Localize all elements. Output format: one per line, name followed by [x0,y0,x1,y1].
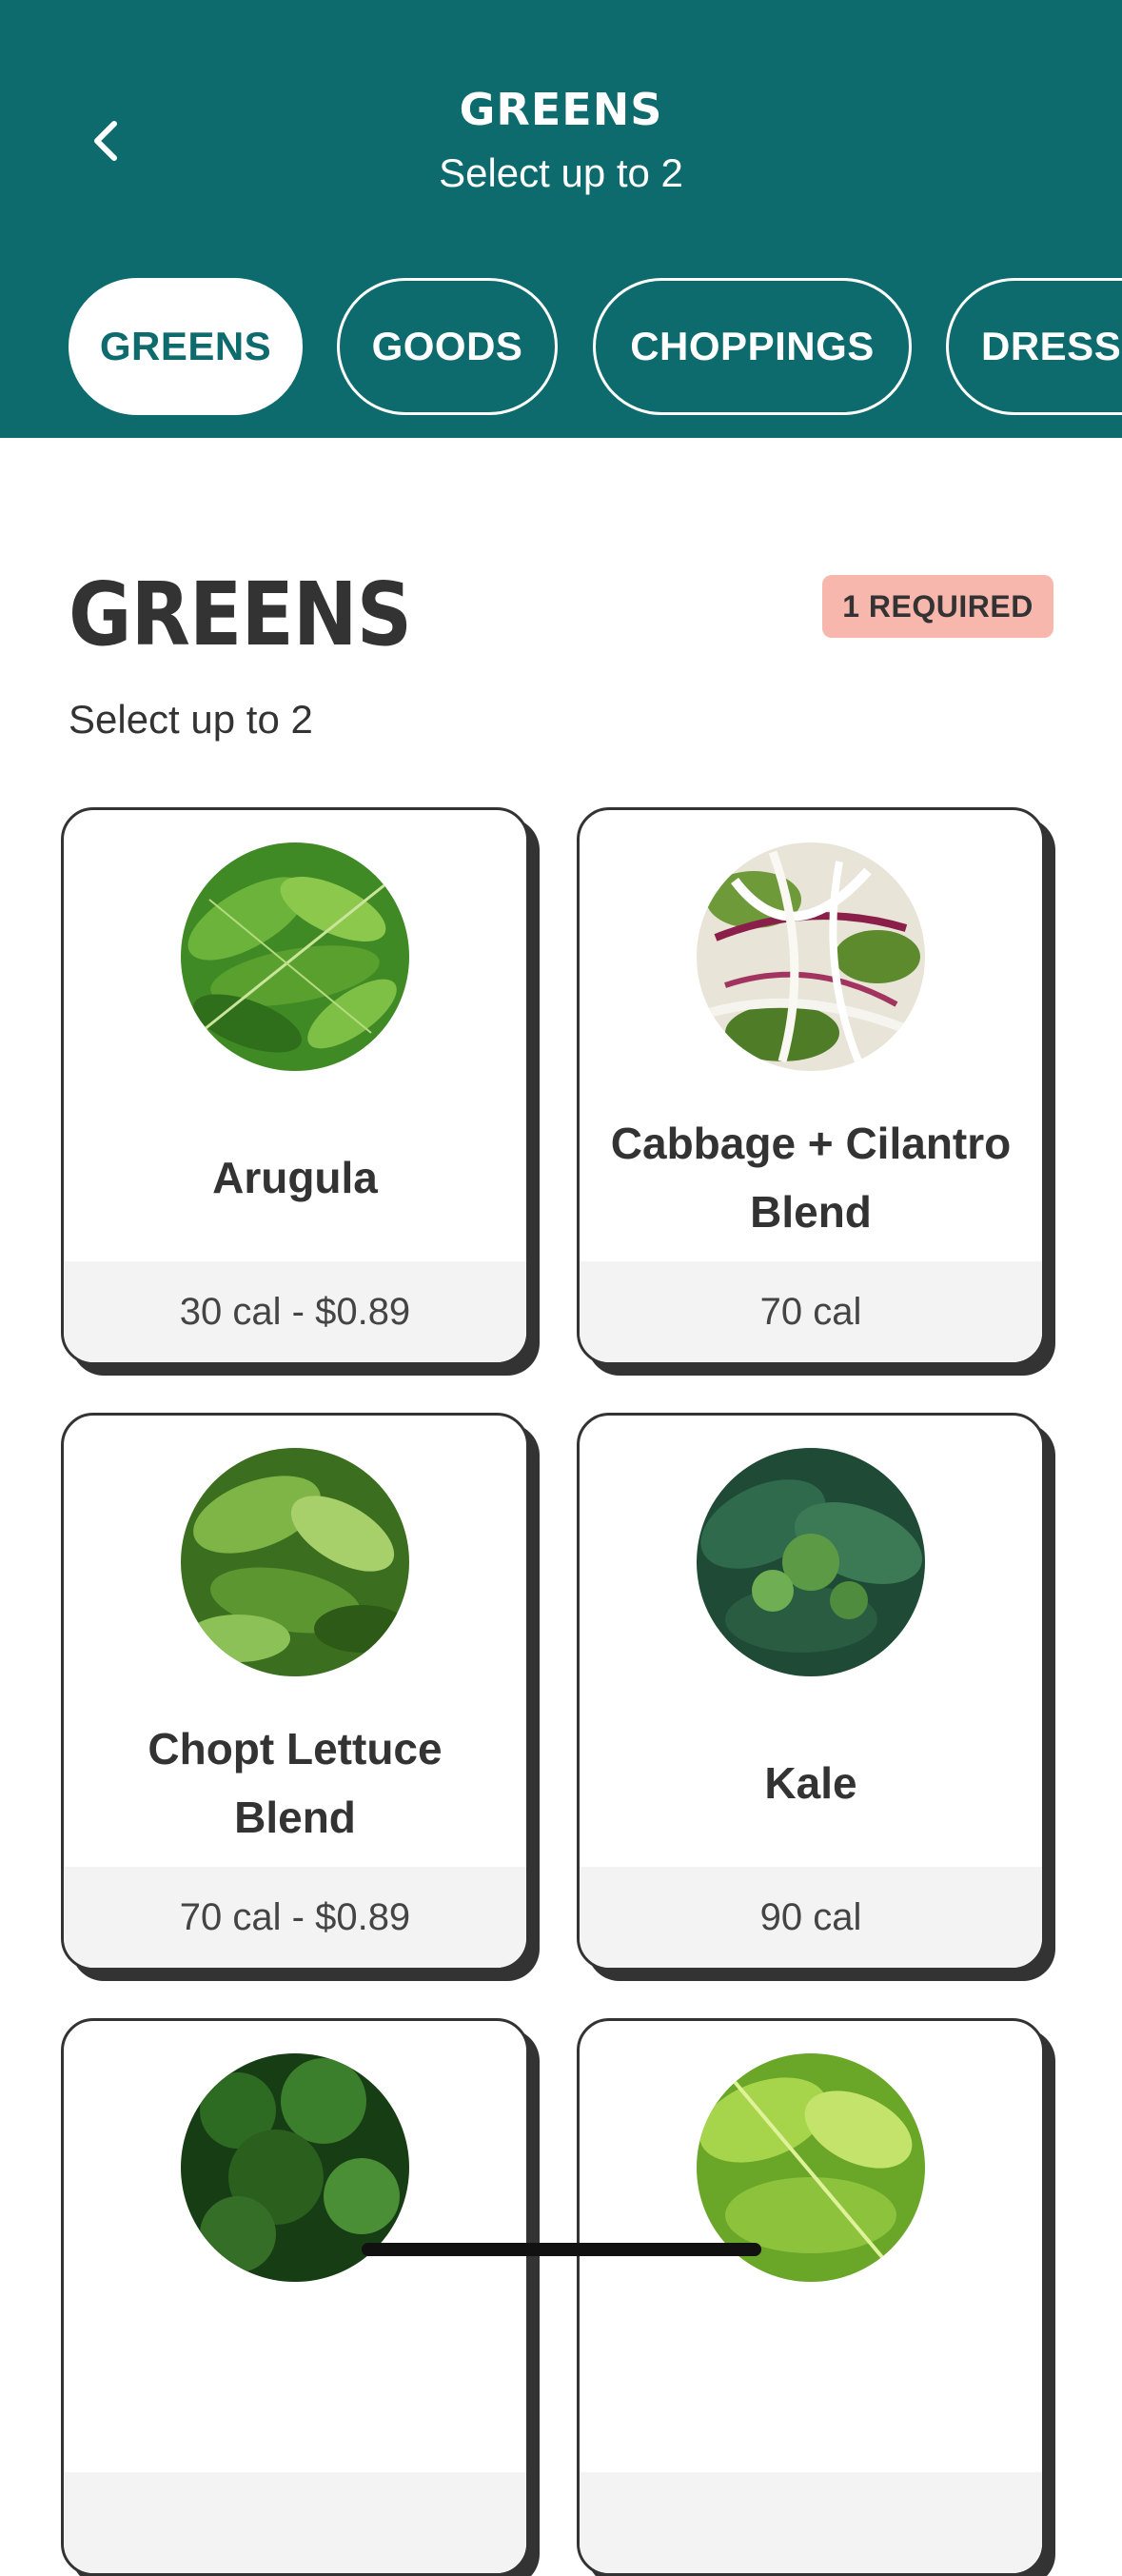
item-name [83,2297,507,2480]
section-subtitle: Select up to 2 [69,697,313,742]
item-card-chopt-lettuce-blend[interactable]: Chopt Lettuce Blend 70 cal - $0.89 [61,1413,529,1971]
required-badge: 1 REQUIRED [822,575,1053,638]
tab-choppings[interactable]: CHOPPINGS [593,278,912,415]
item-price: 90 cal [580,1867,1042,1968]
lettuce-blend-image [181,1448,409,1676]
tab-goods[interactable]: GOODS [337,278,558,415]
item-card-arugula[interactable]: Arugula 30 cal - $0.89 [61,807,529,1365]
cabbage-cilantro-image [697,842,925,1071]
page-title: GREENS [459,84,663,135]
arugula-image [181,842,409,1071]
tab-dressings[interactable]: DRESSINGS [946,278,1122,415]
item-price [64,2472,526,2573]
item-name: Kale [764,1758,857,1808]
item-price: 70 cal [580,1261,1042,1362]
item-name: Chopt Lettuce Blend [148,1724,443,1842]
page-subtitle: Select up to 2 [439,150,683,195]
home-indicator[interactable] [362,2243,761,2256]
item-card-5[interactable] [61,2018,529,2576]
item-name: Cabbage + Cilantro Blend [610,1119,1012,1237]
item-card-cabbage-cilantro[interactable]: Cabbage + Cilantro Blend 70 cal [577,807,1045,1365]
item-name [599,2297,1023,2480]
item-card-kale[interactable]: Kale 90 cal [577,1413,1045,1971]
category-tabs: GREENS GOODS CHOPPINGS DRESSINGS [0,278,1122,417]
item-price [580,2472,1042,2573]
item-price: 70 cal - $0.89 [64,1867,526,1968]
section-title: GREENS [69,564,412,665]
header-bar: GREENS Select up to 2 GREENS GOODS CHOPP… [0,0,1122,438]
item-card-6[interactable] [577,2018,1045,2576]
item-price: 30 cal - $0.89 [64,1261,526,1362]
tab-greens[interactable]: GREENS [69,278,303,415]
kale-image [697,1448,925,1676]
item-name: Arugula [212,1153,378,1202]
